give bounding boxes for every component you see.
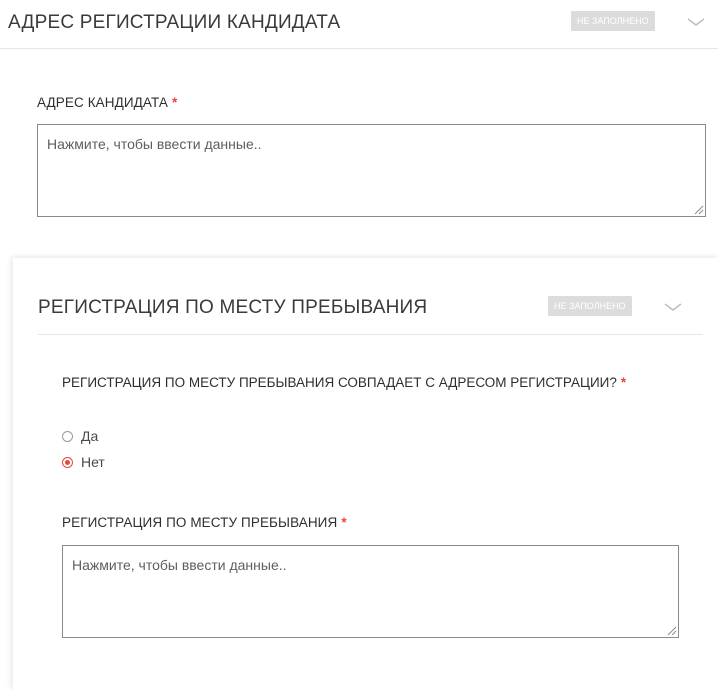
field-label-text: АДРЕС КАНДИДАТА — [37, 95, 168, 110]
status-badge: НЕ ЗАПОЛНЕНО — [571, 11, 655, 31]
stay-registration-card: РЕГИСТРАЦИЯ ПО МЕСТУ ПРЕБЫВАНИЯ НЕ ЗАПОЛ… — [13, 258, 718, 690]
radio-button-yes[interactable] — [62, 430, 73, 442]
required-mark: * — [341, 515, 347, 530]
chevron-down-icon[interactable] — [663, 300, 683, 314]
section-header-address[interactable]: АДРЕС РЕГИСТРАЦИИ КАНДИДАТА НЕ ЗАПОЛНЕНО — [0, 0, 718, 49]
required-mark: * — [171, 95, 178, 110]
section-title: РЕГИСТРАЦИЯ ПО МЕСТУ ПРЕБЫВАНИЯ — [38, 297, 428, 318]
section-header-stay[interactable]: РЕГИСТРАЦИЯ ПО МЕСТУ ПРЕБЫВАНИЯ НЕ ЗАПОЛ… — [38, 286, 703, 335]
radio-option-yes[interactable]: Да — [62, 428, 98, 444]
radio-label-yes: Да — [81, 428, 99, 444]
input-placeholder: Нажмите, чтобы ввести данные.. — [72, 557, 287, 573]
status-badge: НЕ ЗАПОЛНЕНО — [548, 296, 632, 316]
required-mark: * — [620, 375, 627, 390]
section-title: АДРЕС РЕГИСТРАЦИИ КАНДИДАТА — [8, 12, 341, 33]
field-label-text: РЕГИСТРАЦИЯ ПО МЕСТУ ПРЕБЫВАНИЯ — [62, 515, 338, 530]
question-label-same-address: РЕГИСТРАЦИЯ ПО МЕСТУ ПРЕБЫВАНИЯ СОВПАДАЕ… — [62, 374, 662, 392]
radio-button-no[interactable] — [62, 456, 73, 468]
resize-grip-icon[interactable] — [667, 626, 677, 636]
candidate-address-input[interactable]: Нажмите, чтобы ввести данные.. — [37, 124, 706, 217]
resize-grip-icon[interactable] — [694, 205, 704, 215]
radio-option-no[interactable]: Нет — [62, 454, 105, 470]
input-placeholder: Нажмите, чтобы ввести данные.. — [47, 136, 262, 152]
chevron-down-icon[interactable] — [686, 15, 706, 29]
question-text: РЕГИСТРАЦИЯ ПО МЕСТУ ПРЕБЫВАНИЯ СОВПАДАЕ… — [62, 375, 617, 390]
radio-label-no: Нет — [81, 454, 105, 470]
field-label-stay-registration: РЕГИСТРАЦИЯ ПО МЕСТУ ПРЕБЫВАНИЯ * — [62, 515, 347, 530]
stay-registration-input[interactable]: Нажмите, чтобы ввести данные.. — [62, 545, 679, 638]
field-label-candidate-address: АДРЕС КАНДИДАТА * — [37, 95, 177, 110]
